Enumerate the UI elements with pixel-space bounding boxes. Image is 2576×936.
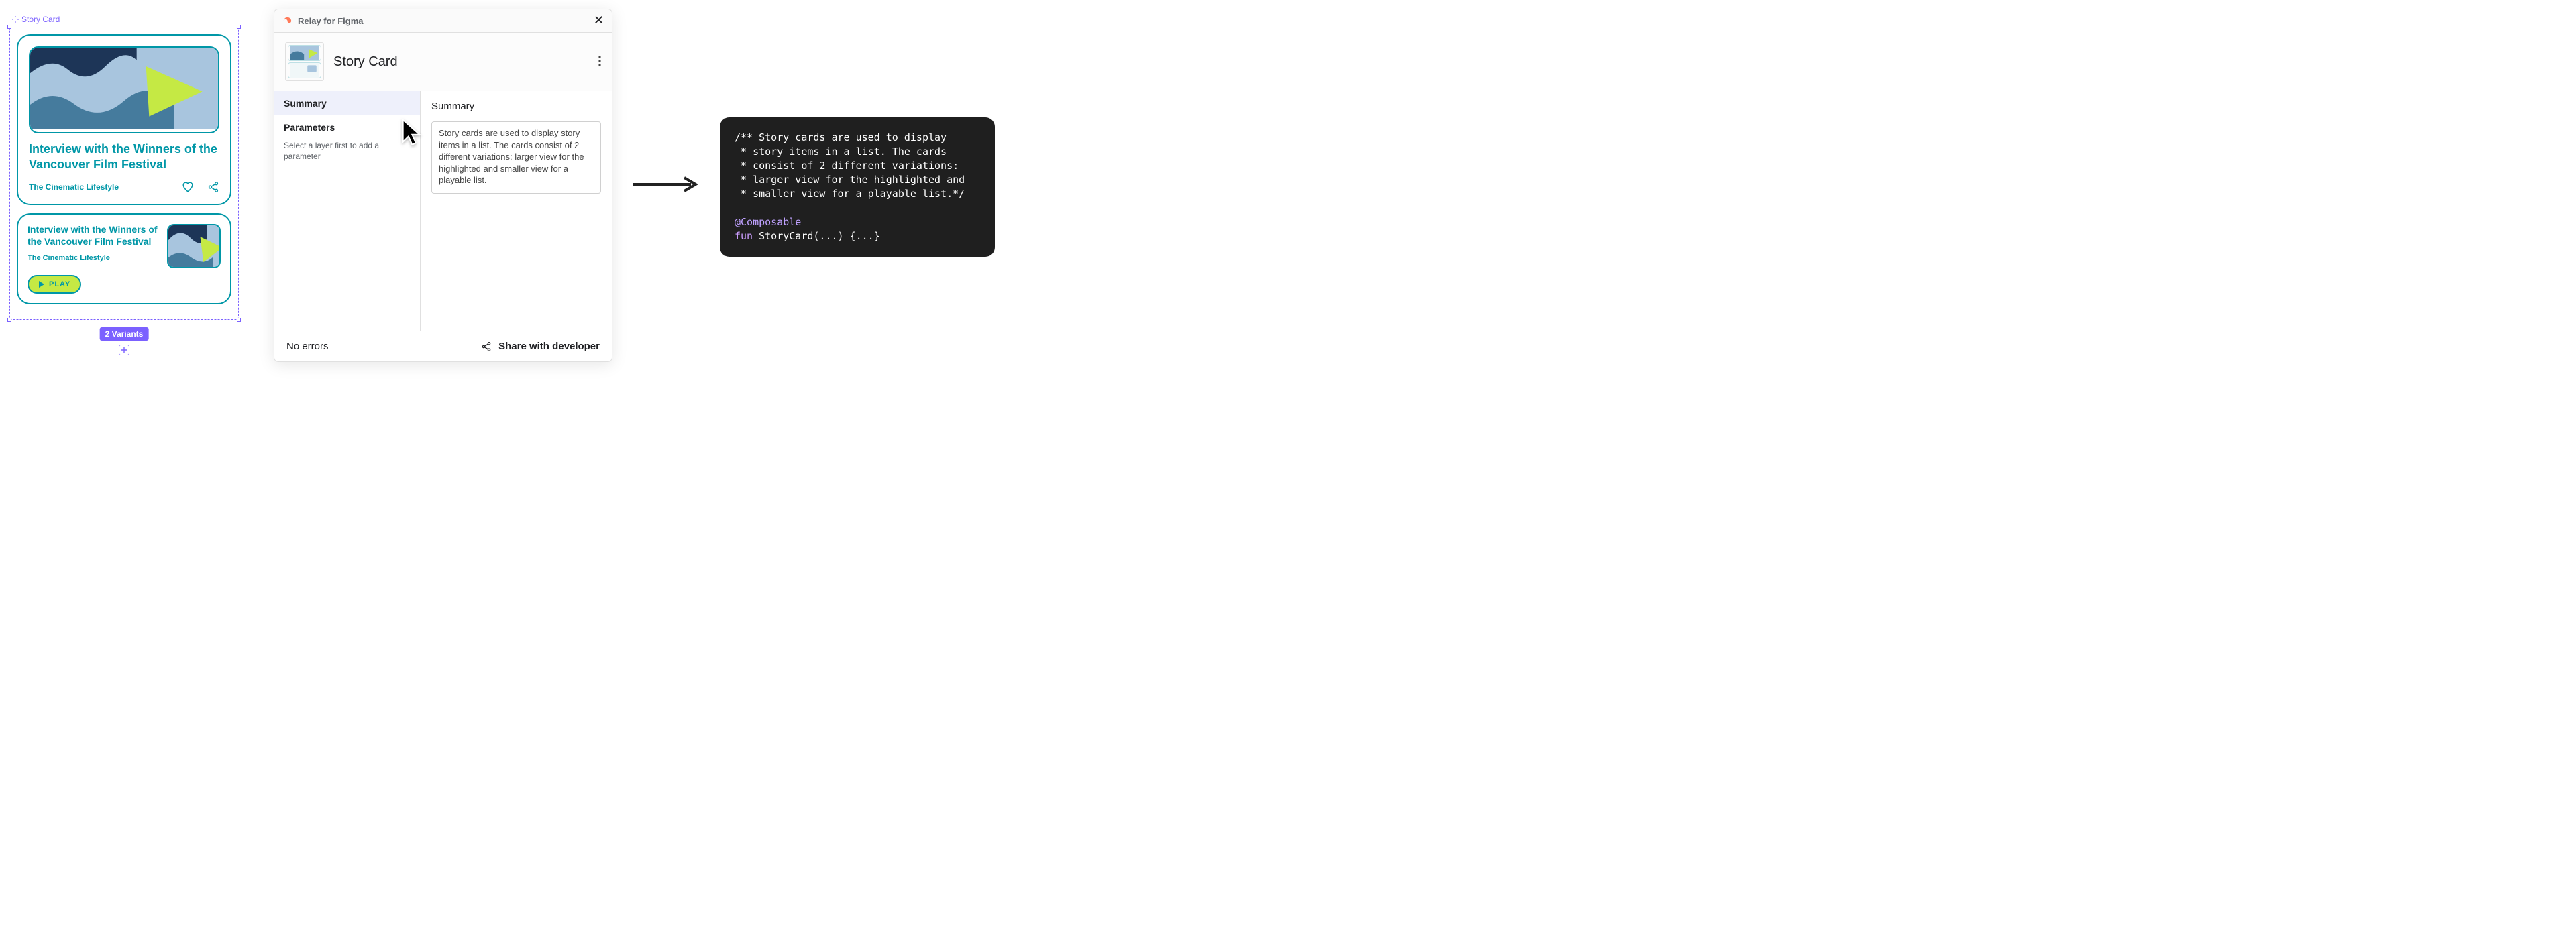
close-icon: [594, 15, 604, 25]
component-name: Story Card: [333, 54, 398, 70]
share-icon: [481, 341, 492, 352]
add-variant-button[interactable]: [119, 345, 129, 355]
close-button[interactable]: [594, 15, 604, 27]
code-annotation: @Composable: [735, 216, 801, 228]
parameters-help-text: Select a layer first to add a parameter: [274, 139, 420, 168]
code-comment-line-4: * smaller view for a playable list.*/: [735, 188, 965, 200]
story-source: The Cinematic Lifestyle: [29, 182, 119, 192]
relay-panel: Relay for Figma Story Card Summary Param…: [274, 9, 612, 362]
vertical-dots-icon: [598, 56, 601, 66]
section-heading: Summary: [431, 101, 601, 112]
sidebar-item-summary[interactable]: Summary: [274, 91, 420, 115]
resize-handle-br[interactable]: [237, 318, 241, 322]
play-label: PLAY: [49, 280, 70, 288]
thumb-illustration: [168, 225, 219, 268]
errors-status: No errors: [286, 341, 329, 352]
variants-badge: 2 Variants: [100, 327, 149, 341]
play-button[interactable]: PLAY: [28, 275, 81, 294]
hero-image: [29, 46, 219, 133]
code-block: /** Story cards are used to display * st…: [720, 117, 995, 257]
story-card-small: Interview with the Winners of the Vancou…: [17, 213, 231, 304]
component-label-text: Story Card: [21, 15, 60, 24]
code-comment-line-1: * story items in a list. The cards: [735, 145, 947, 158]
sidebar-item-parameters[interactable]: Parameters: [274, 115, 420, 139]
plugin-name: Relay for Figma: [298, 16, 364, 26]
component-icon: [12, 16, 19, 23]
figma-frame: Story Card Interview with the Winners of…: [9, 15, 239, 320]
code-comment-line-0: /** Story cards are used to display: [735, 131, 947, 143]
heart-icon[interactable]: [182, 181, 194, 193]
thumb-image: [167, 224, 221, 268]
code-comment-line-2: * consist of 2 different variations:: [735, 160, 959, 172]
play-icon: [38, 281, 45, 288]
code-comment-line-3: * larger view for the highlighted and: [735, 174, 965, 186]
story-title: Interview with the Winners of the Vancou…: [29, 141, 219, 172]
story-card-large: Interview with the Winners of the Vancou…: [17, 34, 231, 205]
hero-illustration: [30, 48, 218, 129]
story-title-small: Interview with the Winners of the Vancou…: [28, 224, 158, 247]
component-thumbnail: [285, 42, 324, 81]
panel-main: Summary: [421, 91, 612, 331]
share-with-developer-button[interactable]: Share with developer: [481, 341, 600, 352]
code-fun-keyword: fun: [735, 230, 753, 242]
panel-titlebar: Relay for Figma: [274, 9, 612, 33]
panel-footer: No errors Share with developer: [274, 331, 612, 361]
panel-header: Story Card: [274, 33, 612, 91]
selection-box[interactable]: Interview with the Winners of the Vancou…: [9, 27, 239, 320]
arrow-connector: [632, 174, 699, 196]
plus-icon: [121, 347, 127, 353]
code-fun-signature: StoryCard(...) {...}: [753, 230, 880, 242]
resize-handle-tr[interactable]: [237, 25, 241, 29]
share-icon[interactable]: [207, 181, 219, 193]
component-label: Story Card: [12, 15, 239, 24]
resize-handle-bl[interactable]: [7, 318, 11, 322]
sidebar: Summary Parameters Select a layer first …: [274, 91, 421, 331]
arrow-icon: [632, 174, 699, 194]
story-source-small: The Cinematic Lifestyle: [28, 254, 158, 262]
more-menu-button[interactable]: [598, 56, 601, 68]
resize-handle-tl[interactable]: [7, 25, 11, 29]
relay-logo-icon: [282, 16, 292, 26]
summary-textarea[interactable]: [431, 121, 601, 194]
share-label: Share with developer: [498, 341, 600, 352]
